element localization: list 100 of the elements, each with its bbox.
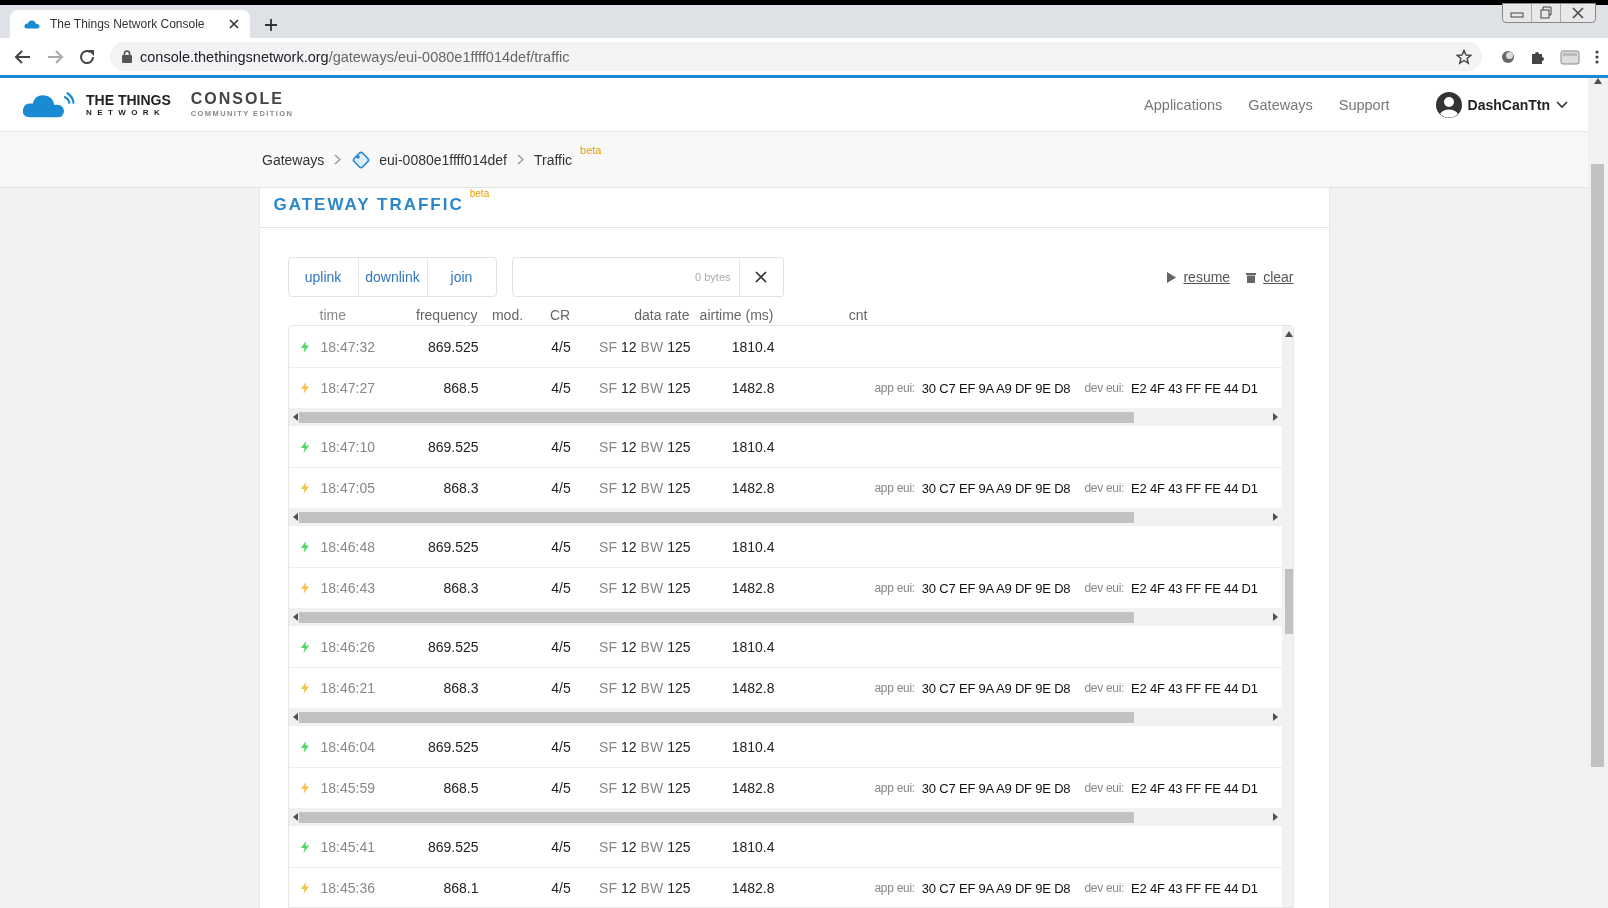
table-cell: BW — [640, 438, 664, 455]
table-cell-text: 4/5 — [550, 638, 572, 655]
scroll-right-icon[interactable] — [1272, 813, 1278, 821]
scroll-right-icon[interactable] — [1272, 513, 1278, 521]
horizontal-scrollbar[interactable] — [288, 508, 1282, 526]
column-header: frequency — [415, 307, 478, 323]
scroll-right-icon[interactable] — [1272, 613, 1278, 621]
horizontal-scrollbar[interactable] — [288, 408, 1282, 426]
table-cell: 12 — [621, 538, 637, 555]
trash-icon[interactable] — [1246, 271, 1257, 283]
logo-text: THE THINGS — [86, 92, 171, 107]
table-cell-text: 4/5 — [550, 580, 572, 596]
scrollbar-thumb[interactable] — [1284, 569, 1293, 634]
table-cell-text: 18:45:59 — [320, 780, 376, 796]
nav-link[interactable]: Gateways — [1248, 96, 1313, 113]
table-cell-text: 1482.8 — [730, 680, 775, 696]
table-cell-text: 4/5 — [550, 438, 572, 455]
table-cell-text: 1810.4 — [730, 338, 775, 355]
clear-field-button[interactable] — [738, 257, 784, 297]
column-header: data rate — [633, 307, 690, 323]
column-header: mod. — [490, 307, 525, 323]
table-cell: 30 C7 EF 9A A9 DF 9E D8 — [921, 680, 1071, 696]
table-cell-text: 18:45:41 — [320, 838, 376, 855]
horizontal-scrollbar[interactable] — [288, 808, 1282, 826]
lightning-icon — [300, 440, 309, 453]
lightning-icon — [300, 782, 309, 794]
kebab-menu-icon[interactable] — [1594, 48, 1600, 65]
nav-link[interactable]: Applications — [1144, 96, 1223, 113]
table-cell-text: 4/5 — [550, 738, 572, 755]
product-name: CONSOLE — [190, 91, 285, 108]
table-cell-text: 1810.4 — [730, 738, 775, 755]
action-link[interactable]: clear — [1263, 269, 1294, 285]
star-icon[interactable] — [1456, 48, 1472, 65]
play-icon[interactable] — [1167, 271, 1177, 283]
table-cell: 12 — [621, 738, 637, 755]
table-cell: dev eui: — [1084, 481, 1125, 495]
table-cell-text: 868.3 — [442, 480, 479, 496]
table-cell: SF — [599, 780, 617, 796]
table-cell-text: 869.525 — [426, 338, 479, 355]
column-header: cnt — [847, 307, 868, 323]
table-cell-text: 4/5 — [550, 838, 572, 855]
forward-icon — [46, 47, 64, 66]
lightning-icon — [300, 582, 309, 594]
table-cell: BW — [640, 738, 664, 755]
table-cell: 12 — [621, 838, 637, 855]
table-cell: 12 — [621, 680, 637, 696]
table-cell: 30 C7 EF 9A A9 DF 9E D8 — [921, 780, 1071, 796]
table-cell-text: 18:47:10 — [320, 438, 376, 455]
chevron-right-icon — [516, 154, 524, 165]
table-cell: BW — [640, 638, 664, 655]
table-cell: 12 — [621, 338, 637, 355]
filter-tab[interactable]: downlink — [357, 258, 427, 296]
payload-field[interactable]: 0 bytes — [511, 257, 740, 297]
table-cell: 125 — [667, 638, 691, 655]
action-link[interactable]: resume — [1183, 269, 1231, 285]
filter-tab[interactable]: join — [426, 258, 496, 296]
column-header: airtime (ms) — [698, 307, 774, 323]
horizontal-scrollbar[interactable] — [288, 708, 1282, 726]
scroll-right-icon[interactable] — [1272, 713, 1278, 721]
filter-tab[interactable]: uplink — [288, 258, 358, 296]
table-cell: 12 — [621, 780, 637, 796]
table-cell-text: 18:46:04 — [320, 738, 376, 755]
scroll-up-icon[interactable] — [1285, 331, 1293, 337]
browser-tab[interactable]: The Things Network Console — [10, 10, 250, 38]
table-cell-text: 1482.8 — [730, 380, 775, 396]
table-cell: 125 — [667, 780, 691, 796]
table-cell: dev eui: — [1084, 781, 1125, 795]
table-cell-text: 18:47:32 — [320, 338, 376, 355]
vertical-scrollbar[interactable] — [1281, 326, 1293, 907]
table-cell: 12 — [621, 638, 637, 655]
table-cell-text: 18:47:05 — [320, 480, 376, 496]
breadcrumb-link[interactable]: Gateways — [262, 151, 325, 168]
table-cell: E2 4F 43 FF FE 44 D1 — [1131, 580, 1258, 596]
close-icon[interactable] — [228, 18, 240, 30]
back-icon[interactable] — [14, 47, 32, 66]
table-cell: E2 4F 43 FF FE 44 D1 — [1131, 880, 1258, 896]
table-cell: SF — [599, 680, 617, 696]
lightning-icon — [300, 740, 309, 753]
table-cell: app eui: — [874, 581, 915, 595]
page-scrollbar[interactable] — [1588, 78, 1608, 908]
table-cell-text: 869.525 — [426, 738, 479, 755]
plus-icon[interactable] — [264, 18, 278, 32]
table-cell: 125 — [667, 380, 691, 396]
table-cell-text: 4/5 — [550, 480, 572, 496]
close-icon[interactable] — [755, 271, 767, 283]
scroll-right-icon[interactable] — [1272, 413, 1278, 421]
reload-icon[interactable] — [78, 47, 96, 66]
table-cell: SF — [599, 538, 617, 555]
table-cell: 12 — [621, 380, 637, 396]
circle-icon[interactable] — [1500, 48, 1516, 65]
table-cell: 125 — [667, 580, 691, 596]
table-cell: 125 — [667, 480, 691, 496]
table-cell: BW — [640, 380, 664, 396]
user-menu[interactable]: DashCanTtn — [1435, 91, 1568, 118]
lightning-icon — [300, 340, 309, 353]
table-cell: SF — [599, 638, 617, 655]
horizontal-scrollbar[interactable] — [288, 608, 1282, 626]
breadcrumb-link[interactable]: eui-0080e1ffff014def — [379, 151, 507, 168]
lightning-icon — [300, 882, 309, 894]
nav-link[interactable]: Support — [1338, 96, 1390, 113]
